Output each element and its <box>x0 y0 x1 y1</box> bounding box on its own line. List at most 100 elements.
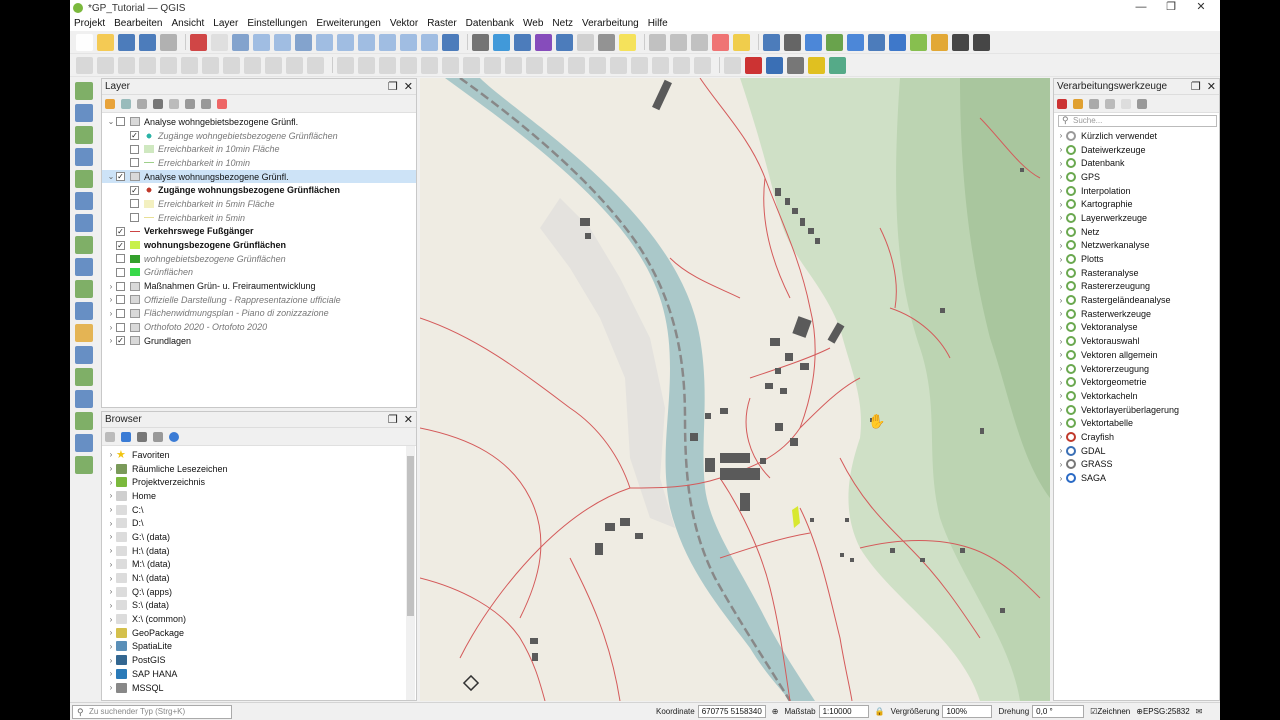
expand-arrow-icon[interactable]: › <box>1056 282 1066 291</box>
processing-provider[interactable]: › Rasteranalyse <box>1054 266 1219 280</box>
digitize-icon-6[interactable] <box>202 56 219 74</box>
toolbar-icon-18[interactable] <box>472 33 489 51</box>
digitize-icon-12[interactable] <box>337 56 354 74</box>
browser-item[interactable]: › Home <box>102 489 416 503</box>
add-layer-icon-4[interactable] <box>75 170 93 188</box>
collapse-all-icon[interactable] <box>153 431 163 442</box>
layer-row[interactable]: Grünflächen <box>102 266 416 280</box>
layer-visibility-checkbox[interactable] <box>130 144 139 154</box>
digitize-icon-14[interactable] <box>379 56 396 74</box>
processing-provider[interactable]: › Netz <box>1054 225 1219 239</box>
processing-provider[interactable]: › GRASS <box>1054 458 1219 472</box>
add-layer-icon-10[interactable] <box>75 302 93 320</box>
layer-visibility-checkbox[interactable] <box>130 213 139 223</box>
add-layer-icon-8[interactable] <box>75 258 93 276</box>
add-layer-icon-11[interactable] <box>75 324 93 342</box>
layer-visibility-checkbox[interactable] <box>116 295 125 305</box>
expand-arrow-icon[interactable]: ⌄ <box>106 117 116 126</box>
toolbar-icon-5[interactable] <box>190 33 207 51</box>
processing-provider[interactable]: › Kürzlich verwendet <box>1054 129 1219 143</box>
toolbar-icon-1[interactable] <box>97 33 114 51</box>
toolbar-icon-0[interactable] <box>76 33 93 51</box>
layer-visibility-checkbox[interactable]: ✓ <box>116 336 125 346</box>
expand-arrow-icon[interactable]: › <box>1056 405 1066 414</box>
menu-8[interactable]: Datenbank <box>466 18 514 29</box>
lock-icon[interactable]: 🔒 <box>875 707 885 716</box>
toolbar-icon-30[interactable] <box>733 33 750 51</box>
crs-icon[interactable]: ⊕ <box>1136 707 1143 716</box>
browser-item[interactable]: › PostGIS <box>102 653 416 667</box>
processing-provider[interactable]: › Vektortabelle <box>1054 416 1219 430</box>
layer-visibility-checkbox[interactable] <box>116 254 125 264</box>
expand-arrow-icon[interactable]: › <box>1056 460 1066 469</box>
expand-arrow-icon[interactable]: › <box>1056 309 1066 318</box>
processing-provider[interactable]: › Vektoranalyse <box>1054 321 1219 335</box>
close-icon[interactable]: ✕ <box>404 81 413 93</box>
toolbar-icon-22[interactable] <box>556 33 573 51</box>
toolbar-icon-14[interactable] <box>379 33 396 51</box>
add-layer-icon-12[interactable] <box>75 346 93 364</box>
expand-arrow-icon[interactable]: › <box>1056 255 1066 264</box>
expand-arrow-icon[interactable]: › <box>1056 419 1066 428</box>
processing-provider[interactable]: › Rasterwerkzeuge <box>1054 307 1219 321</box>
settings-icon[interactable] <box>1137 98 1147 109</box>
menu-12[interactable]: Hilfe <box>648 18 668 29</box>
rotation-field[interactable]: 0,0 ° <box>1032 705 1085 718</box>
expand-arrow-icon[interactable]: › <box>1056 213 1066 222</box>
menu-9[interactable]: Web <box>523 18 543 29</box>
processing-provider[interactable]: › Plotts <box>1054 252 1219 266</box>
map-canvas[interactable]: ✋ <box>420 78 1050 701</box>
add-layer-icon-9[interactable] <box>75 280 93 298</box>
processing-provider[interactable]: › Vektorauswahl <box>1054 334 1219 348</box>
digitize-icon-24[interactable] <box>589 56 606 74</box>
close-button[interactable]: ✕ <box>1186 0 1216 14</box>
messages-icon[interactable]: ✉ <box>1196 707 1203 716</box>
toolbar-icon-4[interactable] <box>160 33 177 51</box>
layer-row[interactable]: Erreichbarkeit in 5min Fläche <box>102 197 416 211</box>
expand-arrow-icon[interactable]: › <box>106 323 116 332</box>
float-icon[interactable]: ❐ <box>388 81 398 93</box>
expand-arrow-icon[interactable]: › <box>106 574 116 583</box>
layer-visibility-checkbox[interactable]: ✓ <box>116 226 125 236</box>
processing-provider[interactable]: › Vektoren allgemein <box>1054 348 1219 362</box>
layer-visibility-checkbox[interactable] <box>116 322 125 332</box>
layer-row[interactable]: ✓ wohnungsbezogene Grünflächen <box>102 238 416 252</box>
digitize-icon-32[interactable] <box>766 56 783 74</box>
visibility-icon[interactable] <box>137 98 147 109</box>
refresh-icon[interactable] <box>121 431 131 442</box>
toolbar-icon-9[interactable] <box>274 33 291 51</box>
coordinate-field[interactable]: 670775 5158340 <box>697 705 766 718</box>
toolbar-icon-33[interactable] <box>805 33 822 51</box>
expand-arrow-icon[interactable]: ⌄ <box>106 172 116 181</box>
processing-provider[interactable]: › Vektorlayerüberlagerung <box>1054 403 1219 417</box>
expand-arrow-icon[interactable]: › <box>1056 131 1066 140</box>
digitize-icon-16[interactable] <box>421 56 438 74</box>
layer-visibility-checkbox[interactable]: ✓ <box>130 185 139 195</box>
expand-arrow-icon[interactable]: › <box>106 628 116 637</box>
expand-arrow-icon[interactable]: › <box>106 295 116 304</box>
menu-5[interactable]: Erweiterungen <box>316 18 380 29</box>
browser-item[interactable]: › H:\ (data) <box>102 544 416 558</box>
collapse-all-icon[interactable] <box>201 98 211 109</box>
toolbar-icon-27[interactable] <box>670 33 687 51</box>
toolbar-icon-21[interactable] <box>535 33 552 51</box>
processing-provider[interactable]: › Crayfish <box>1054 430 1219 444</box>
toolbar-icon-41[interactable] <box>973 33 990 51</box>
processing-provider[interactable]: › Netzwerkanalyse <box>1054 239 1219 253</box>
browser-item[interactable]: › Q:\ (apps) <box>102 585 416 599</box>
info-icon[interactable] <box>169 431 179 442</box>
add-layer-icon-16[interactable] <box>75 434 93 452</box>
toolbar-icon-13[interactable] <box>358 33 375 51</box>
scripts-icon[interactable] <box>1073 98 1083 109</box>
expand-arrow-icon[interactable]: › <box>106 478 116 487</box>
layer-row[interactable]: ✓ Zugänge wohnungsbezogene Grünflächen <box>102 183 416 197</box>
toolbar-icon-25[interactable] <box>619 33 636 51</box>
browser-item[interactable]: › S:\ (data) <box>102 599 416 613</box>
results-icon[interactable] <box>1105 98 1115 109</box>
toolbar-icon-35[interactable] <box>847 33 864 51</box>
toolbar-icon-23[interactable] <box>577 33 594 51</box>
browser-item[interactable]: › Räumliche Lesezeichen <box>102 462 416 476</box>
expand-arrow-icon[interactable]: › <box>106 282 116 291</box>
layer-row[interactable]: Erreichbarkeit in 10min Fläche <box>102 142 416 156</box>
expand-arrow-icon[interactable]: › <box>1056 159 1066 168</box>
